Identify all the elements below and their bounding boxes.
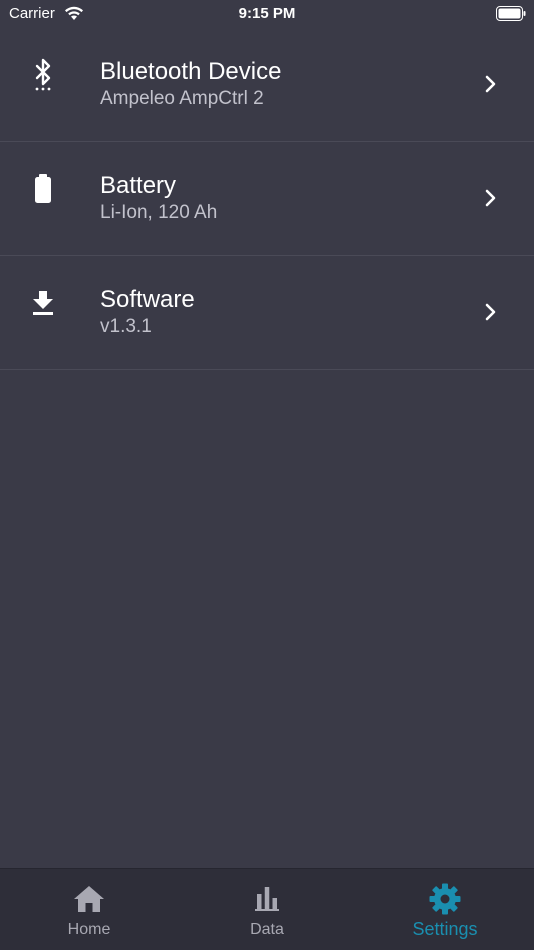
row-subtitle: Li-Ion, 120 Ah [100,202,218,223]
settings-row-software[interactable]: Software v1.3.1 [0,256,534,370]
chevron-right-icon [485,189,496,207]
tab-settings[interactable]: Settings [356,869,534,950]
tab-label: Data [250,921,284,938]
row-title: Bluetooth Device [100,58,282,85]
download-icon [28,285,58,321]
battery-icon [28,171,58,207]
row-subtitle: Ampeleo AmpCtrl 2 [100,88,264,109]
home-icon [74,886,104,912]
clock: 9:15 PM [238,5,296,22]
row-title: Software [100,286,195,313]
chevron-right-icon [485,75,496,93]
tab-home[interactable]: Home [0,869,178,950]
bluetooth-icon [28,57,58,93]
bar-chart-icon [255,887,279,911]
battery-status-icon [496,6,526,21]
tab-label: Settings [412,919,478,939]
settings-list: Bluetooth Device Ampeleo AmpCtrl 2 Batte… [0,28,534,370]
settings-row-battery[interactable]: Battery Li-Ion, 120 Ah [0,142,534,256]
status-bar: Carrier 9:15 PM [0,0,534,28]
row-subtitle: v1.3.1 [100,316,152,337]
row-title: Battery [100,172,177,199]
tab-data[interactable]: Data [178,869,356,950]
chevron-right-icon [485,303,496,321]
tab-bar: Home Data Settings [0,868,534,950]
settings-row-bluetooth[interactable]: Bluetooth Device Ampeleo AmpCtrl 2 [0,28,534,142]
gear-icon [429,883,461,915]
tab-label: Home [67,921,111,938]
